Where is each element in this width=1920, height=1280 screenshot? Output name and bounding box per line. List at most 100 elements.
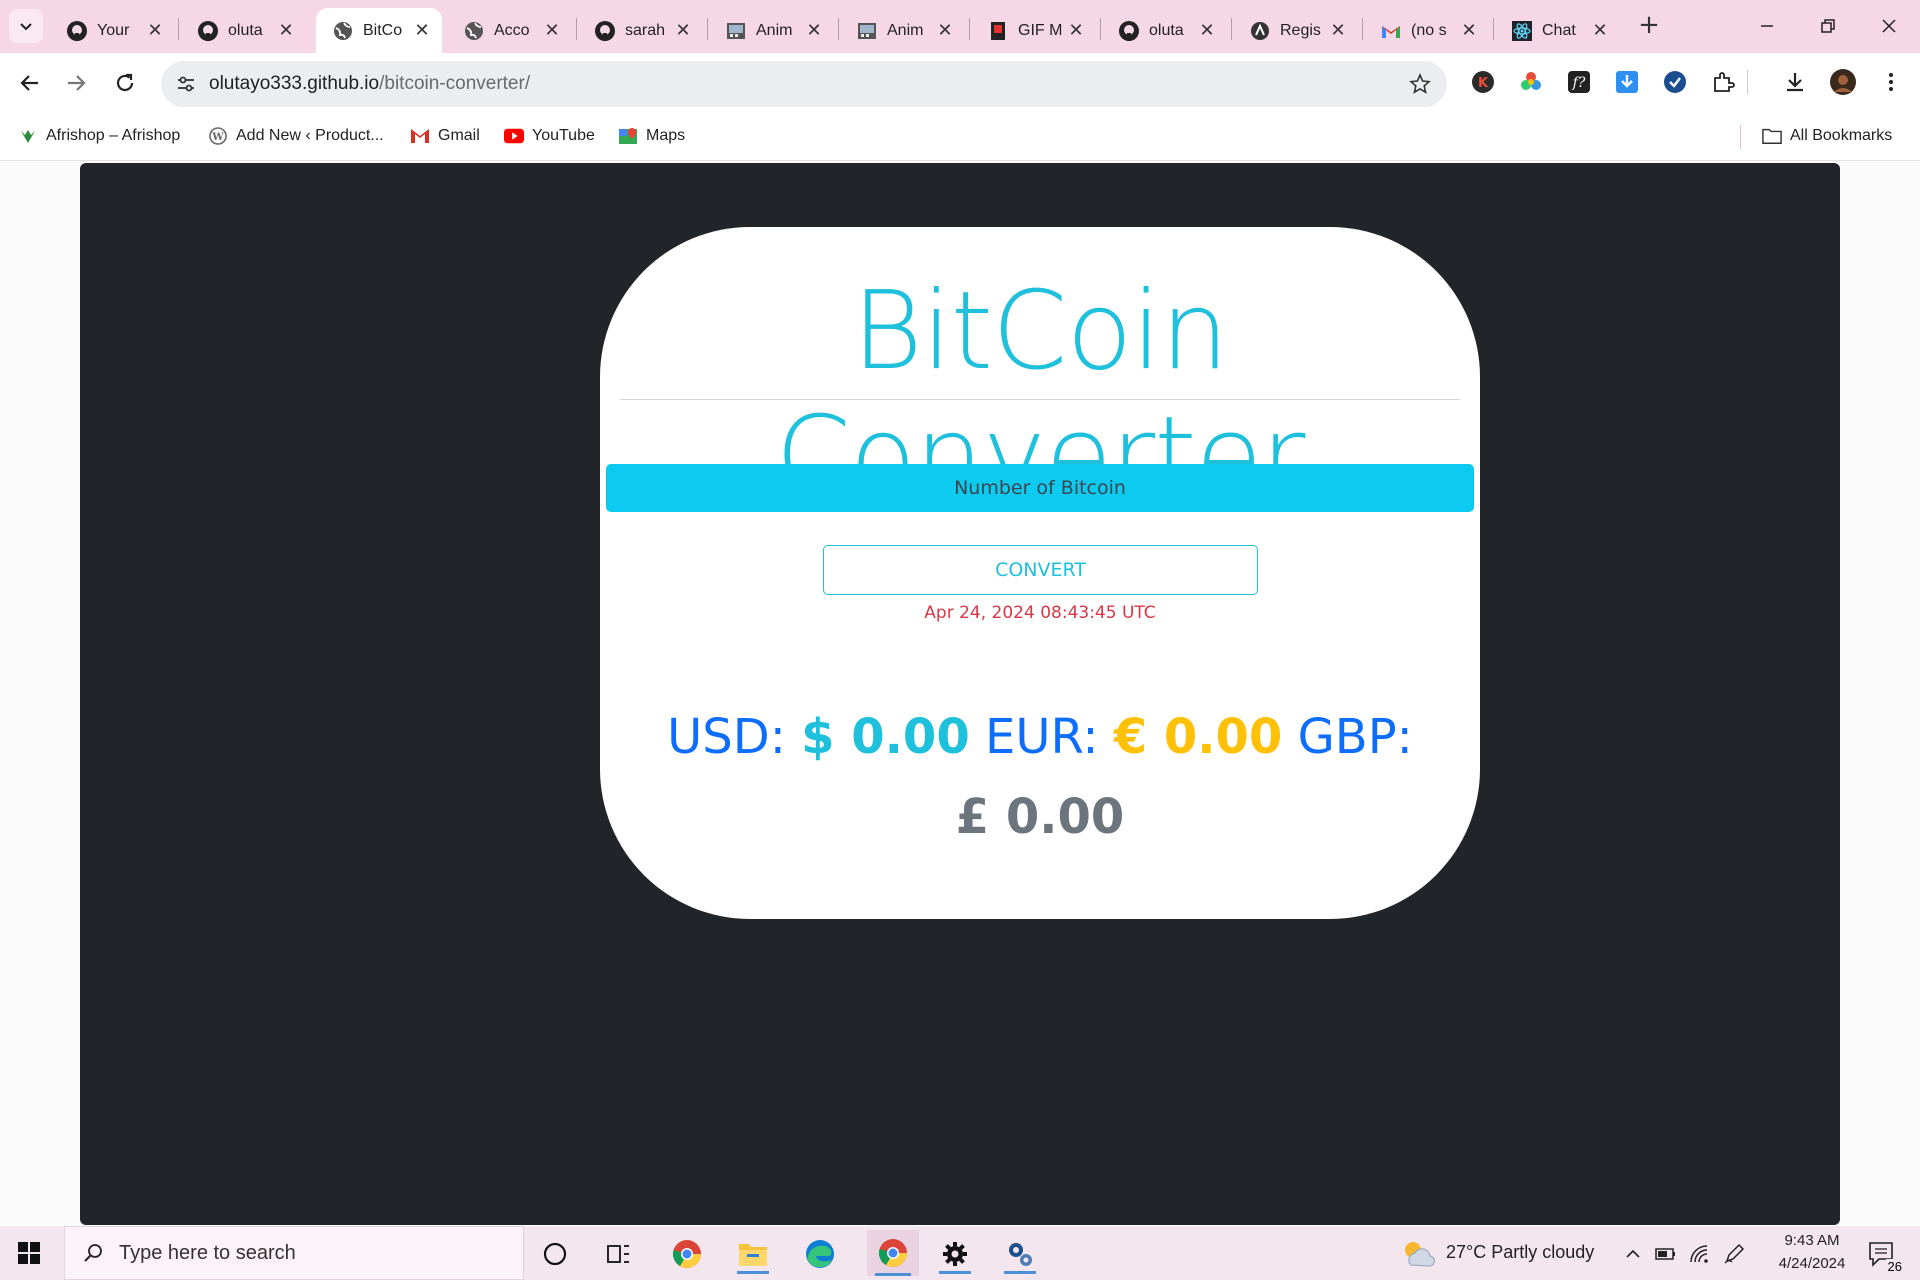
close-icon[interactable]: ✕ — [1066, 20, 1086, 41]
url-text[interactable]: olutayo333.github.io/bitcoin-converter/ — [209, 73, 530, 95]
maps-icon — [618, 126, 638, 146]
close-icon[interactable]: ✕ — [935, 20, 955, 41]
taskbar-chrome[interactable] — [667, 1234, 707, 1274]
tab-your[interactable]: Your ✕ — [50, 8, 175, 53]
bookmark-star-icon[interactable] — [1407, 71, 1433, 97]
minimize-button[interactable] — [1745, 8, 1789, 44]
clock-time[interactable]: 9:43 AM — [1764, 1232, 1860, 1249]
restore-button[interactable] — [1806, 8, 1850, 44]
close-icon[interactable]: ✕ — [1197, 20, 1217, 41]
clock-date[interactable]: 4/24/2024 — [1764, 1255, 1860, 1272]
tab-sarah[interactable]: sarah ✕ — [578, 8, 703, 53]
github-icon — [594, 20, 616, 42]
profile-avatar[interactable] — [1828, 67, 1858, 97]
windows-logo-icon — [18, 1242, 40, 1264]
show-hidden-icons-button[interactable] — [1620, 1234, 1646, 1274]
tab-anim-1[interactable]: Anim ✕ — [709, 8, 834, 53]
address-bar[interactable]: olutayo333.github.io/bitcoin-converter/ — [161, 61, 1447, 107]
tab-divider — [1493, 18, 1494, 40]
tab-chat[interactable]: Chat ✕ — [1495, 8, 1620, 53]
taskbar-settings[interactable] — [935, 1234, 975, 1274]
wifi-icon[interactable] — [1686, 1234, 1714, 1274]
gif-icon — [987, 20, 1009, 42]
downloads-icon[interactable] — [1780, 67, 1810, 97]
tab-title: BitCo — [363, 21, 403, 39]
bookmark-youtube[interactable]: YouTube — [504, 123, 595, 149]
close-icon[interactable]: ✕ — [1328, 20, 1348, 41]
reload-button[interactable] — [107, 65, 143, 101]
task-view-button[interactable] — [598, 1234, 638, 1274]
close-icon — [1882, 19, 1896, 33]
tab-divider — [707, 18, 708, 40]
gmail-icon — [410, 126, 430, 146]
tab-anim-2[interactable]: Anim ✕ — [840, 8, 965, 53]
all-bookmarks-button[interactable]: All Bookmarks — [1762, 123, 1892, 149]
browser-toolbar: olutayo333.github.io/bitcoin-converter/ … — [0, 53, 1920, 113]
close-icon[interactable]: ✕ — [412, 20, 432, 41]
close-icon[interactable]: ✕ — [804, 20, 824, 41]
tab-regis[interactable]: Regis ✕ — [1233, 8, 1358, 53]
tab-divider — [969, 18, 970, 40]
forward-button[interactable] — [58, 65, 94, 101]
usd-label: USD: — [667, 709, 786, 765]
battery-icon[interactable] — [1652, 1234, 1680, 1274]
taskbar-chrome-active[interactable] — [867, 1230, 919, 1276]
site-info-icon[interactable] — [173, 71, 199, 97]
tab-acco[interactable]: Acco ✕ — [447, 8, 572, 53]
cortana-button[interactable] — [535, 1234, 575, 1274]
tab-title: Chat — [1542, 21, 1576, 39]
youtube-icon — [504, 126, 524, 146]
bookmark-afrishop[interactable]: Afrishop – Afrishop — [18, 123, 180, 149]
tab-divider — [178, 18, 179, 40]
extension-k-icon[interactable]: K — [1468, 67, 1498, 97]
tab-oluta[interactable]: oluta ✕ — [181, 8, 306, 53]
tab-divider — [1100, 18, 1101, 40]
tab-search-button[interactable] — [9, 9, 43, 43]
close-icon[interactable]: ✕ — [276, 20, 296, 41]
close-icon[interactable]: ✕ — [542, 20, 562, 41]
tab-title: Anim — [756, 21, 793, 39]
circle-icon — [543, 1242, 567, 1266]
tab-bitcoin-converter[interactable]: BitCo ✕ — [316, 8, 442, 53]
bookmark-label: Add New ‹ Product... — [236, 127, 384, 144]
close-icon[interactable]: ✕ — [673, 20, 693, 41]
menu-dots-icon[interactable] — [1876, 67, 1906, 97]
back-button[interactable] — [12, 65, 48, 101]
taskbar-edge[interactable] — [800, 1234, 840, 1274]
close-icon[interactable]: ✕ — [1459, 20, 1479, 41]
bookmark-maps[interactable]: Maps — [618, 123, 685, 149]
start-button[interactable] — [14, 1238, 44, 1268]
bitcoin-amount-input[interactable] — [606, 464, 1474, 512]
close-window-button[interactable] — [1867, 8, 1911, 44]
convert-button[interactable]: CONVERT — [823, 545, 1258, 595]
taskbar-file-explorer[interactable] — [733, 1234, 773, 1274]
restore-icon — [1821, 19, 1835, 33]
extensions-puzzle-icon[interactable] — [1708, 67, 1738, 97]
tab-gif-maker[interactable]: GIF M ✕ — [971, 8, 1096, 53]
afrishop-icon — [18, 126, 38, 146]
tab-gmail[interactable]: (no s ✕ — [1364, 8, 1489, 53]
font-extension-icon[interactable]: f? — [1564, 67, 1594, 97]
checkmark-extension-icon[interactable] — [1660, 67, 1690, 97]
weather-text[interactable]: 27°C Partly cloudy — [1446, 1242, 1594, 1263]
title-divider — [620, 399, 1460, 400]
weather-icon[interactable] — [1398, 1234, 1438, 1274]
color-picker-extension-icon[interactable] — [1516, 67, 1546, 97]
bookmark-gmail[interactable]: Gmail — [410, 123, 480, 149]
chevron-up-icon — [1626, 1249, 1640, 1258]
close-icon[interactable]: ✕ — [145, 20, 165, 41]
notifications-button[interactable]: 26 — [1862, 1234, 1904, 1274]
github-icon — [1118, 20, 1140, 42]
tab-title: GIF M — [1018, 21, 1063, 39]
new-tab-button[interactable]: + — [1634, 11, 1664, 41]
tab-oluta-2[interactable]: oluta ✕ — [1102, 8, 1227, 53]
chevron-down-icon — [20, 23, 32, 31]
edge-icon — [806, 1240, 834, 1268]
taskbar-search-box[interactable]: Type here to search — [64, 1226, 524, 1280]
bookmark-add-new-product[interactable]: W Add New ‹ Product... — [208, 123, 384, 149]
pen-icon[interactable] — [1720, 1234, 1748, 1274]
download-extension-icon[interactable] — [1612, 67, 1642, 97]
taskbar-settings-2[interactable] — [1000, 1234, 1040, 1274]
all-bookmarks-label: All Bookmarks — [1790, 127, 1893, 144]
close-icon[interactable]: ✕ — [1590, 20, 1610, 41]
